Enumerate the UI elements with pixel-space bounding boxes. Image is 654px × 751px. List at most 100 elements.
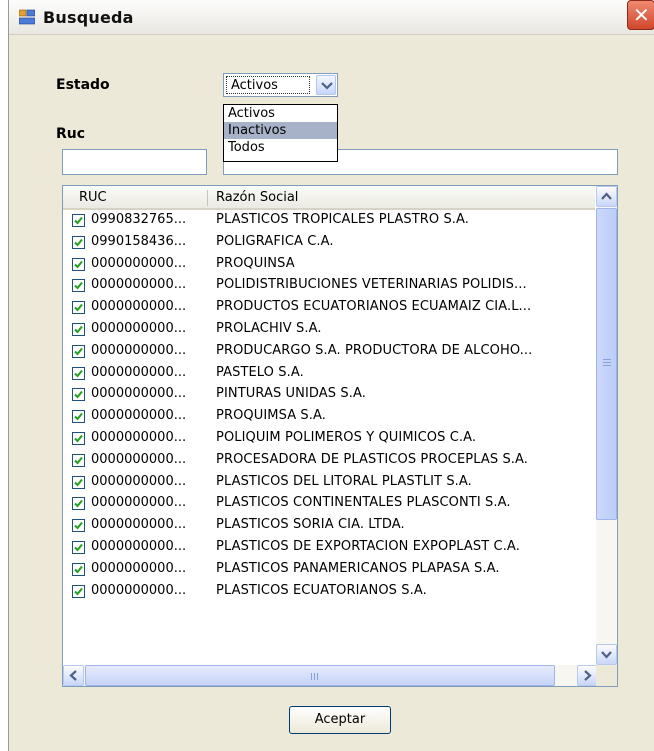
row-checkbox[interactable] [72, 497, 85, 511]
row-checkbox[interactable] [72, 214, 85, 227]
table-row[interactable]: 0000000000... PLASTICOS DE EXPORTACION EX… [63, 537, 595, 559]
horizontal-scrollbar[interactable] [63, 665, 598, 686]
cell-ruc: 0000000000... [91, 386, 187, 402]
row-checkbox[interactable] [72, 540, 85, 554]
cell-ruc: 0000000000... [91, 429, 187, 445]
estado-option-todos[interactable]: Todos [224, 139, 337, 156]
chevron-right-icon [584, 670, 592, 681]
cell-ruc: 0000000000... [91, 560, 187, 576]
cell-razon-social: PROQUINSA [216, 255, 295, 271]
ruc-label: Ruc [56, 126, 86, 142]
row-checkbox[interactable] [72, 410, 85, 424]
aceptar-button[interactable]: Aceptar [289, 706, 391, 734]
window-title: Busqueda [43, 8, 134, 27]
cell-ruc: 0000000000... [91, 538, 187, 554]
chevron-left-icon [69, 670, 77, 681]
estado-dropdown-list: Activos Inactivos Todos [223, 104, 338, 162]
column-header-razon-social[interactable]: Razón Social [216, 190, 298, 205]
cell-ruc: 0000000000... [91, 473, 187, 489]
table-row[interactable]: 0000000000... PROQUINSA [63, 254, 595, 276]
row-checkbox[interactable] [72, 475, 85, 489]
estado-option-inactivos[interactable]: Inactivos [224, 122, 337, 139]
chevron-down-icon [321, 82, 333, 90]
cell-ruc: 0000000000... [91, 495, 187, 511]
cell-razon-social: POLIGRAFICA C.A. [216, 233, 334, 249]
table-row[interactable]: 0000000000... PINTURAS UNIDAS S.A. [63, 384, 595, 406]
row-checkbox[interactable] [72, 257, 85, 271]
table-row[interactable]: 0000000000... PASTELO S.A. [63, 363, 595, 385]
check-icon [74, 500, 83, 508]
busqueda-window: Busqueda ✕ Estado Activos Activos Inacti… [8, 0, 654, 751]
cell-razon-social: PLASTICOS CONTINENTALES PLASCONTI S.A. [216, 495, 511, 511]
check-icon [74, 391, 83, 399]
horizontal-scroll-thumb[interactable] [85, 665, 555, 686]
table-row[interactable]: 0000000000... PLASTICOS CONTINENTALES PLA… [63, 493, 595, 515]
table-row[interactable]: 0000000000... PLASTICOS PANAMERICANOS PLA… [63, 559, 595, 581]
table-row[interactable]: 0000000000... PLASTICOS SORIA CIA. LTDA. [63, 515, 595, 537]
table-row[interactable]: 0000000000... PLASTICOS DEL LITORAL PLAST… [63, 472, 595, 494]
cell-razon-social: PLASTICOS DE EXPORTACION EXPOPLAST C.A. [216, 538, 520, 554]
row-checkbox[interactable] [72, 388, 85, 402]
cell-ruc: 0000000000... [91, 364, 187, 380]
cell-ruc: 0000000000... [91, 277, 187, 293]
results-grid: RUC Razón Social 0990832765... PLASTICOS … [62, 185, 618, 687]
cell-razon-social: PLASTICOS TROPICALES PLASTRO S.A. [216, 212, 470, 227]
scroll-left-button[interactable] [63, 665, 84, 686]
row-checkbox[interactable] [72, 322, 85, 336]
row-checkbox[interactable] [72, 453, 85, 467]
cell-razon-social: PINTURAS UNIDAS S.A. [216, 386, 366, 402]
cell-razon-social: PROCESADORA DE PLASTICOS PROCEPLAS S.A. [216, 451, 529, 467]
check-icon [74, 369, 83, 378]
close-button[interactable]: ✕ [627, 0, 654, 30]
row-checkbox[interactable] [72, 519, 85, 533]
column-header-ruc[interactable]: RUC [79, 190, 107, 205]
scroll-down-button[interactable] [596, 644, 617, 665]
check-icon [74, 522, 83, 530]
row-checkbox[interactable] [72, 366, 85, 380]
cell-razon-social: PRODUCTOS ECUATORIANOS ECUAMAIZ CIA.L... [216, 299, 532, 315]
table-row[interactable]: 0990832765... PLASTICOS TROPICALES PLASTR… [63, 210, 595, 232]
cell-razon-social: PRODUCARGO S.A. PRODUCTORA DE ALCOHO... [216, 342, 533, 358]
table-row[interactable]: 0000000000... POLIQUIM POLIMEROS Y QUIMIC… [63, 428, 595, 450]
window-app-icon [19, 9, 35, 25]
scroll-right-button[interactable] [577, 665, 598, 686]
cell-ruc: 0000000000... [91, 299, 187, 315]
estado-select[interactable]: Activos [223, 73, 338, 97]
estado-option-activos[interactable]: Activos [224, 105, 337, 122]
cell-ruc: 0000000000... [91, 582, 187, 598]
table-row[interactable]: 0000000000... PRODUCARGO S.A. PRODUCTORA … [63, 341, 595, 363]
title-bar[interactable]: Busqueda ✕ [9, 0, 654, 35]
row-checkbox[interactable] [72, 301, 85, 315]
cell-razon-social: PROLACHIV S.A. [216, 320, 322, 336]
table-row[interactable]: 0000000000... PROQUIMSA S.A. [63, 406, 595, 428]
row-checkbox[interactable] [72, 584, 85, 598]
cell-razon-social: PLASTICOS PANAMERICANOS PLAPASA S.A. [216, 560, 500, 576]
check-icon [74, 565, 83, 574]
row-checkbox[interactable] [72, 431, 85, 445]
row-checkbox[interactable] [72, 344, 85, 358]
cell-ruc: 0990158436... [91, 233, 187, 249]
estado-selected-value: Activos [226, 76, 310, 94]
table-row[interactable]: 0000000000... PROLACHIV S.A. [63, 319, 595, 341]
chevron-up-icon [601, 192, 612, 200]
table-row[interactable]: 0990158436... POLIGRAFICA C.A. [63, 232, 595, 254]
scrollbar-corner [596, 665, 617, 686]
table-row[interactable]: 0000000000... PRODUCTOS ECUATORIANOS ECUA… [63, 297, 595, 319]
row-checkbox[interactable] [72, 279, 85, 293]
thumb-grip [603, 359, 611, 360]
ruc-input[interactable] [62, 149, 207, 175]
vertical-scrollbar[interactable] [596, 186, 617, 665]
check-icon [74, 347, 83, 356]
estado-label: Estado [56, 77, 110, 93]
row-checkbox[interactable] [72, 235, 85, 249]
table-row[interactable]: 0000000000... PLASTICOS ECUATORIANOS S.A. [63, 581, 595, 603]
scroll-up-button[interactable] [596, 186, 617, 207]
cell-ruc: 0000000000... [91, 342, 187, 358]
vertical-scroll-thumb[interactable] [596, 208, 617, 520]
row-checkbox[interactable] [72, 562, 85, 576]
table-row[interactable]: 0000000000... PROCESADORA DE PLASTICOS PR… [63, 450, 595, 472]
dropdown-arrow-button[interactable] [316, 75, 336, 95]
column-separator[interactable] [207, 190, 208, 206]
table-row[interactable]: 0000000000... POLIDISTRIBUCIONES VETERINA… [63, 275, 595, 297]
cell-ruc: 0000000000... [91, 517, 187, 533]
